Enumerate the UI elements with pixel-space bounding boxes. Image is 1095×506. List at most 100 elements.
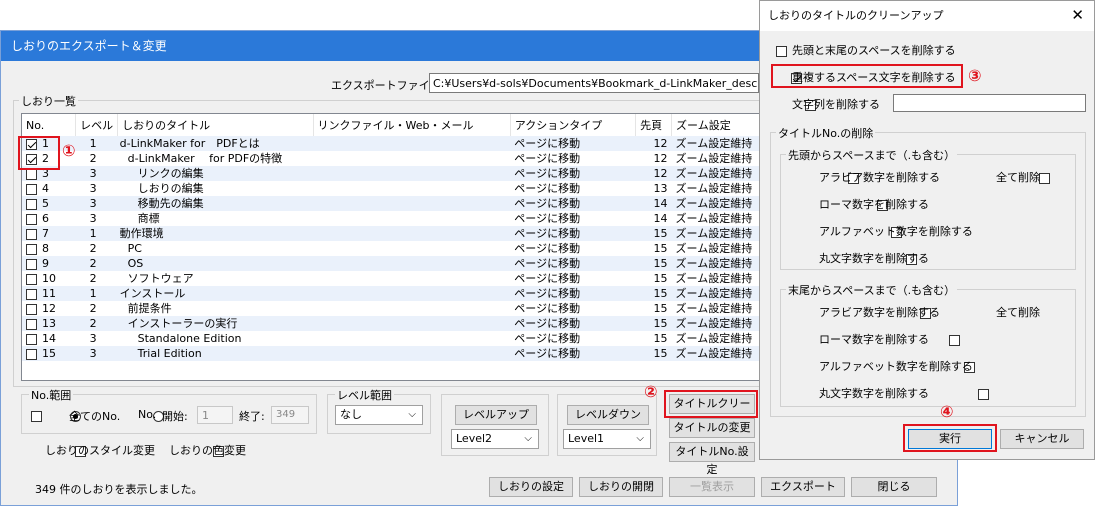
table-row[interactable]: 3 3 リンクの編集 ページに移動 12 ズーム設定維持 <box>22 166 760 181</box>
table-row[interactable]: 9 2 OS ページに移動 15 ズーム設定維持 <box>22 256 760 271</box>
row-checkbox[interactable] <box>26 258 37 270</box>
close-icon[interactable]: ✕ <box>1071 8 1084 23</box>
no-radio-label: No. <box>138 408 157 421</box>
row-level: 2 <box>75 256 118 271</box>
table-row[interactable]: 15 3 Trial Edition ページに移動 15 ズーム設定維持 <box>22 346 760 361</box>
bookmark-open-close-button[interactable]: しおりの開閉 <box>579 477 663 497</box>
row-checkbox[interactable] <box>26 183 37 195</box>
table-row[interactable]: 1 1 d-LinkMaker for PDFとは ページに移動 12 ズーム設定維持 <box>22 136 760 151</box>
cancel-button[interactable]: キャンセル <box>1000 429 1084 449</box>
row-page: 15 <box>635 226 672 241</box>
bookmark-settings-button[interactable]: しおりの設定 <box>489 477 573 497</box>
row-level: 2 <box>89 302 97 315</box>
row-action: ページに移動 <box>510 346 636 361</box>
row-action: ページに移動 <box>514 212 581 225</box>
row-no: 14 <box>42 332 56 345</box>
table-row[interactable]: 4 3 しおりの編集 ページに移動 13 ズーム設定維持 <box>22 181 760 196</box>
level-range-select[interactable]: なし ⌵ <box>335 405 423 425</box>
no-range-label: No.範囲 <box>29 387 74 403</box>
level-down-select[interactable]: Level1 ⌵ <box>563 429 651 449</box>
table-row[interactable]: 7 1 動作環境 ページに移動 15 ズーム設定維持 <box>22 226 760 241</box>
row-no-cell: 11 <box>22 286 76 301</box>
row-checkbox[interactable] <box>26 333 37 345</box>
row-no-cell: 5 <box>22 196 76 211</box>
row-zoom: ズーム設定維持 <box>671 346 760 361</box>
list-view-button[interactable]: 一覧表示 <box>669 477 755 497</box>
table-row[interactable]: 6 3 商標 ページに移動 14 ズーム設定維持 <box>22 211 760 226</box>
row-link <box>313 166 511 181</box>
row-page: 15 <box>635 346 672 361</box>
level-up-select-value: Level2 <box>456 432 493 445</box>
row-level: 3 <box>89 212 97 225</box>
tail-arabic-label: アラビア数字を削除する <box>819 306 940 319</box>
row-checkbox[interactable] <box>26 348 37 360</box>
col-header-action[interactable]: アクションタイプ <box>510 114 637 136</box>
row-link <box>313 151 510 166</box>
col-header-level[interactable]: レベル <box>75 114 119 136</box>
string-input[interactable] <box>893 94 1086 112</box>
row-title: 動作環境 <box>117 226 314 241</box>
row-link <box>313 256 511 271</box>
row-checkbox[interactable] <box>26 198 37 210</box>
marker-2: ② <box>644 382 658 401</box>
col-header-no[interactable]: No. <box>22 114 77 136</box>
row-page: 15 <box>653 332 668 345</box>
col-header-zoom[interactable]: ズーム設定 <box>671 114 760 136</box>
title-no-button[interactable]: タイトルNo.設定 <box>669 442 755 476</box>
row-checkbox[interactable] <box>26 273 37 285</box>
row-title: インストール <box>117 286 314 301</box>
row-zoom: ズーム設定維持 <box>675 212 753 225</box>
row-level: 2 <box>89 272 97 285</box>
row-action: ページに移動 <box>514 152 581 165</box>
table-row[interactable]: 13 2 インストーラーの実行 ページに移動 15 ズーム設定維持 <box>22 316 760 331</box>
row-zoom: ズーム設定維持 <box>675 152 753 165</box>
head-all-checkbox[interactable] <box>1039 172 1050 184</box>
row-checkbox[interactable] <box>26 168 37 180</box>
row-checkbox[interactable] <box>26 303 37 315</box>
row-checkbox[interactable] <box>26 318 37 330</box>
row-action: ページに移動 <box>514 332 581 345</box>
row-action: ページに移動 <box>514 242 581 255</box>
start-input[interactable]: 1 <box>197 406 233 424</box>
row-zoom: ズーム設定維持 <box>671 316 760 331</box>
end-value: 349 <box>276 409 296 420</box>
row-title: d-LinkMaker for PDFとは <box>117 136 314 151</box>
level-up-button[interactable]: レベルアップ <box>455 405 537 425</box>
tail-alpha-label: アルファベット数字を削除する <box>819 360 973 373</box>
row-no-cell: 15 <box>22 346 76 361</box>
table-row[interactable]: 11 1 インストール ページに移動 15 ズーム設定維持 <box>22 286 760 301</box>
row-no-cell: 14 <box>22 331 76 346</box>
row-page: 14 <box>635 196 672 211</box>
level-down-button[interactable]: レベルダウン <box>567 405 649 425</box>
tail-circled-checkbox[interactable] <box>978 388 989 400</box>
table-row[interactable]: 5 3 移動先の編集 ページに移動 14 ズーム設定維持 <box>22 196 760 211</box>
level-up-select[interactable]: Level2 ⌵ <box>451 429 539 449</box>
row-checkbox[interactable] <box>26 213 37 225</box>
table-row[interactable]: 10 2 ソフトウェア ページに移動 15 ズーム設定維持 <box>22 271 760 286</box>
opt-trim-checkbox[interactable] <box>776 45 787 57</box>
col-header-title[interactable]: しおりのタイトル <box>117 114 314 136</box>
table-row[interactable]: 8 2 PC ページに移動 15 ズーム設定維持 <box>22 241 760 256</box>
col-header-link[interactable]: リンクファイル・Web・メール <box>313 114 511 136</box>
table-row[interactable]: 2 2 d-LinkMaker for PDFの特徴 ページに移動 12 ズーム設定維持 <box>22 151 760 166</box>
table-row[interactable]: 12 2 前提条件 ページに移動 15 ズーム設定維持 <box>22 301 760 316</box>
close-button[interactable]: 閉じる <box>851 477 937 497</box>
row-checkbox[interactable] <box>26 243 37 255</box>
export-button[interactable]: エクスポート <box>761 477 845 497</box>
tail-roman-checkbox[interactable] <box>949 334 960 346</box>
col-header-page[interactable]: 先頁 <box>635 114 673 136</box>
row-checkbox[interactable] <box>26 228 37 240</box>
row-checkbox[interactable] <box>26 288 37 300</box>
end-input[interactable]: 349 <box>271 406 309 424</box>
row-no-cell: 13 <box>22 316 76 331</box>
row-no-cell: 6 <box>22 211 76 226</box>
head-alpha-label: アルファベット数字を削除する <box>819 225 973 238</box>
no-range-checkbox[interactable] <box>31 410 42 422</box>
export-file-label: エクスポートファイル: <box>331 79 445 92</box>
export-file-input[interactable]: C:¥Users¥d-sols¥Documents¥Bookmark_d-Lin… <box>429 73 759 93</box>
row-no: 10 <box>42 272 56 285</box>
bookmark-table: No. レベル しおりのタイトル リンクファイル・Web・メール アクションタイ… <box>21 113 761 381</box>
title-change-button[interactable]: タイトルの変更 <box>669 418 755 438</box>
table-row[interactable]: 14 3 Standalone Edition ページに移動 15 ズーム設定維持 <box>22 331 760 346</box>
marker-3: ③ <box>968 66 982 85</box>
